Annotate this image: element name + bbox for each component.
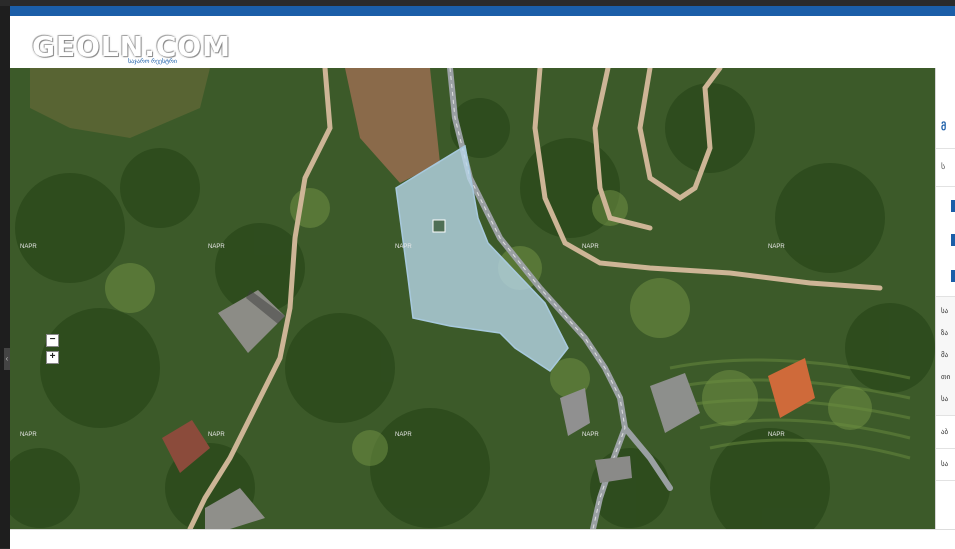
info-sidebar: მ ს სა ზა მა თი სა აბ სა xyxy=(935,68,955,529)
detail-text: თი xyxy=(941,374,951,381)
watermark-label: NAPR xyxy=(768,432,785,438)
detail-text: მა xyxy=(941,352,949,359)
watermark-label: NAPR xyxy=(208,432,225,438)
sidebar-details: სა ზა მა თი სა xyxy=(936,296,955,416)
detail-text: სა xyxy=(941,308,949,315)
map-view[interactable]: NAPR NAPR NAPR NAPR NAPR NAPR NAPR NAPR … xyxy=(10,68,935,529)
watermark-label: NAPR xyxy=(582,244,599,250)
accent-bar xyxy=(10,6,955,16)
watermark-label: NAPR xyxy=(395,432,412,438)
watermark-label: NAPR xyxy=(395,244,412,250)
watermark-label: NAPR xyxy=(582,432,599,438)
sidebar-marker xyxy=(951,234,955,246)
logo-subtitle: საჯარო რეესტრი xyxy=(128,59,177,65)
site-logo[interactable]: GEOLN.COM საჯარო რეესტრი xyxy=(32,24,232,65)
sidebar-marker xyxy=(951,270,955,282)
sidebar-item-4[interactable]: სა xyxy=(936,450,955,481)
sidebar-item-label: აბ xyxy=(941,429,949,436)
footer-bar xyxy=(10,529,955,549)
browser-frame: GEOLN.COM საჯარო რეესტრი ‹ NAPR NAPR NAP… xyxy=(0,0,955,549)
watermark-label: NAPR xyxy=(768,244,785,250)
zoom-out-button[interactable]: − xyxy=(46,334,59,347)
watermark-label: NAPR xyxy=(208,244,225,250)
watermark-label: NAPR xyxy=(20,432,37,438)
watermark-label: NAPR xyxy=(20,244,37,250)
satellite-imagery xyxy=(10,68,935,529)
sidebar-item-2[interactable]: ს xyxy=(936,150,955,187)
sidebar-item-label: მ xyxy=(941,122,947,133)
sidebar-item-3[interactable]: აბ xyxy=(936,418,955,449)
sidebar-marker xyxy=(951,200,955,212)
zoom-in-button[interactable]: + xyxy=(46,351,59,364)
site-header: GEOLN.COM საჯარო რეესტრი xyxy=(10,16,955,68)
sidebar-item-label: ს xyxy=(941,162,946,171)
sidebar-item-1[interactable]: მ xyxy=(936,108,955,149)
sidebar-item-label: სა xyxy=(941,461,949,468)
detail-text: ზა xyxy=(941,330,949,337)
detail-text: სა xyxy=(941,396,949,403)
